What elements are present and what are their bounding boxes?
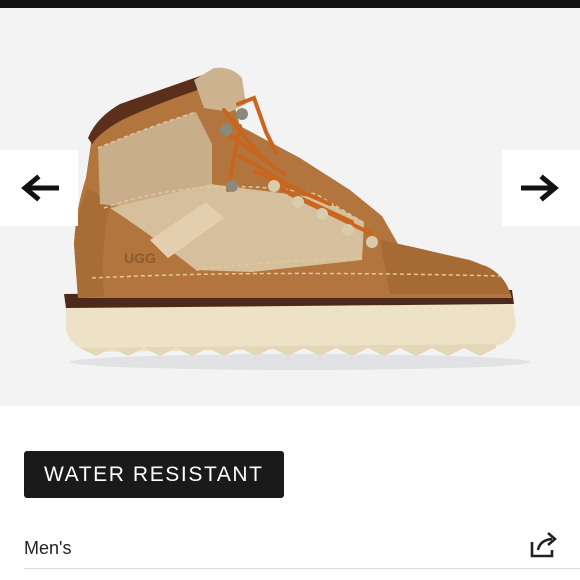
divider xyxy=(24,568,580,569)
top-bar xyxy=(0,0,580,8)
feature-badge: WATER RESISTANT xyxy=(24,451,284,498)
product-image: UGG xyxy=(64,67,530,370)
next-image-button[interactable] xyxy=(502,150,580,226)
brand-logo: UGG xyxy=(124,250,156,266)
arrow-right-icon xyxy=(521,174,559,202)
product-gallery: UGG xyxy=(0,8,580,406)
share-button[interactable] xyxy=(528,530,558,560)
share-icon xyxy=(530,532,557,558)
feature-badge-label: WATER RESISTANT xyxy=(44,462,264,486)
prev-image-button[interactable] xyxy=(0,150,78,226)
arrow-left-icon xyxy=(21,174,59,202)
category-label[interactable]: Men's xyxy=(24,538,71,559)
